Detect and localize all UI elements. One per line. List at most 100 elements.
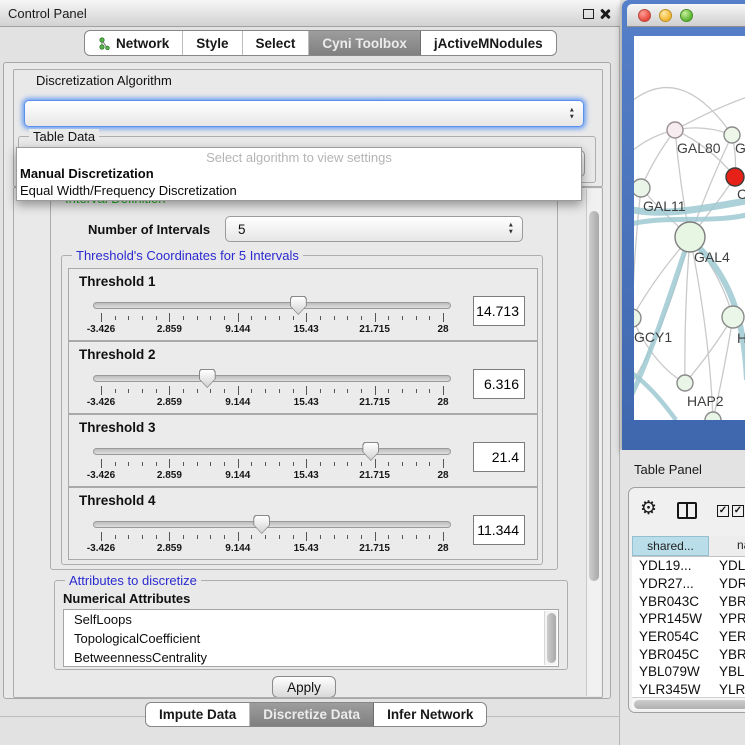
threshold-label-3: Threshold 3 (79, 420, 156, 435)
threshold-slider-2[interactable]: -3.4262.8599.14415.4321.71528 (93, 366, 451, 412)
table-cell[interactable]: YBL079W (632, 664, 709, 679)
tab-jactivemnodules[interactable]: jActiveMNodules (421, 31, 556, 55)
attributes-scrollbar[interactable] (544, 611, 557, 665)
close-traffic-light-icon[interactable] (638, 9, 651, 22)
attributes-group: Attributes to discretize Numerical Attri… (54, 580, 568, 670)
attribute-item-betweennesscentrality[interactable]: BetweennessCentrality (64, 648, 558, 667)
network-window-titlebar[interactable] (627, 4, 745, 27)
slider-track[interactable] (93, 521, 451, 528)
apply-button[interactable]: Apply (272, 676, 336, 698)
tab-infer-network[interactable]: Infer Network (374, 703, 486, 726)
table-row[interactable]: YBR045CYBR0 (632, 645, 745, 663)
table-cell[interactable]: YBR043C (632, 594, 709, 609)
network-edge[interactable] (685, 317, 733, 383)
zoom-traffic-light-icon[interactable] (680, 9, 693, 22)
node-label-hap2: HAP2 (687, 393, 724, 409)
table-row[interactable]: YBR043CYBR0 (632, 592, 745, 610)
threshold-value-field-1[interactable]: 14.713 (473, 296, 525, 326)
table-cell[interactable]: YBL0 (709, 664, 745, 679)
network-view-window[interactable]: GAL80GACYGAL11GAL4GCY1HHAP2 (622, 0, 745, 450)
tab-style[interactable]: Style (183, 31, 242, 55)
network-node-h[interactable] (722, 306, 744, 328)
network-node-hap2[interactable] (677, 375, 693, 391)
table-cell[interactable]: YDL19... (632, 558, 709, 573)
table-row[interactable]: YDL19...YDL1 (632, 557, 745, 575)
attributes-scrollbar-thumb[interactable] (547, 613, 556, 663)
tick-label: 28 (437, 324, 448, 335)
tab-network[interactable]: Network (85, 31, 183, 55)
table-row[interactable]: YLR345WYLR3 (632, 681, 745, 697)
table-cell[interactable]: YPR1 (709, 611, 745, 626)
checkbox-checked-icon[interactable]: ✓ (732, 505, 744, 517)
table-cell[interactable]: YDR27... (632, 576, 709, 591)
threshold-value-field-4[interactable]: 11.344 (473, 515, 525, 545)
table-cell[interactable]: YDR2 (709, 576, 745, 591)
table-cell[interactable]: YLR345W (632, 682, 709, 697)
network-edge[interactable] (685, 237, 690, 383)
table-cell[interactable]: YDL1 (709, 558, 745, 573)
table-column-header-1[interactable]: shared... (632, 536, 709, 556)
network-node-gal4[interactable] (675, 222, 705, 252)
table-cell[interactable]: YBR045C (632, 647, 709, 662)
table-hscrollbar[interactable] (632, 697, 745, 710)
threshold-value-field-2[interactable]: 6.316 (473, 369, 525, 399)
tick-label: 21.715 (359, 324, 390, 335)
tab-discretize-data[interactable]: Discretize Data (250, 703, 374, 726)
number-of-intervals-combobox[interactable]: 5 ▲▼ (225, 216, 523, 242)
tick-label: -3.426 (87, 543, 115, 554)
slider-track[interactable] (93, 448, 451, 455)
network-node-gal80[interactable] (667, 122, 683, 138)
node-label-gal80: GAL80 (677, 140, 721, 156)
tab-cyni-toolbox[interactable]: Cyni Toolbox (309, 31, 421, 55)
combo-stepper-icon: ▲▼ (508, 222, 514, 237)
table-cell[interactable]: YER0 (709, 629, 745, 644)
slider-track[interactable] (93, 375, 451, 382)
network-node-gal11[interactable] (634, 179, 650, 197)
table-cell[interactable]: YLR3 (709, 682, 745, 697)
tick-label: 15.43 (294, 543, 319, 554)
table-cell[interactable]: YER054C (632, 629, 709, 644)
gear-icon[interactable]: ⚙ (640, 497, 657, 520)
threshold-slider-4[interactable]: -3.4262.8599.14415.4321.71528 (93, 512, 451, 558)
control-panel-titlebar[interactable]: Control Panel (0, 0, 620, 27)
table-row[interactable]: YDR27...YDR2 (632, 575, 745, 593)
network-node[interactable] (705, 412, 721, 420)
settings-scrollbar[interactable] (586, 189, 601, 696)
slider-track[interactable] (93, 302, 451, 309)
algorithm-option-equal-width-frequency-discretization[interactable]: Equal Width/Frequency Discretization (17, 182, 581, 199)
network-edge[interactable] (675, 94, 745, 130)
attribute-item-selfloops[interactable]: SelfLoops (64, 610, 558, 629)
threshold-slider-3[interactable]: -3.4262.8599.14415.4321.71528 (93, 439, 451, 485)
close-icon[interactable] (599, 8, 611, 20)
table-row[interactable]: YBL079WYBL0 (632, 663, 745, 681)
settings-scrollbar-thumb[interactable] (589, 211, 599, 581)
minimize-traffic-light-icon[interactable] (659, 9, 672, 22)
slider-ticks (101, 459, 443, 469)
network-edge[interactable] (641, 130, 675, 188)
numerical-attributes-list[interactable]: SelfLoopsTopologicalCoefficientBetweenne… (63, 609, 559, 667)
network-canvas[interactable]: GAL80GACYGAL11GAL4GCY1HHAP2 (634, 36, 745, 420)
tab-impute-data[interactable]: Impute Data (146, 703, 250, 726)
table-cell[interactable]: YPR145W (632, 611, 709, 626)
attribute-item-topologicalcoefficient[interactable]: TopologicalCoefficient (64, 629, 558, 648)
threshold-value-field-3[interactable]: 21.4 (473, 442, 525, 472)
table-cell[interactable]: YBR0 (709, 594, 745, 609)
table-row[interactable]: YER054CYER0 (632, 628, 745, 646)
threshold-slider-1[interactable]: -3.4262.8599.14415.4321.71528 (93, 293, 451, 339)
table-column-header-2[interactable]: na (709, 536, 745, 556)
checkbox-checked-icon[interactable]: ✓ (717, 505, 729, 517)
tab-select[interactable]: Select (243, 31, 310, 55)
threshold-label-4: Threshold 4 (79, 493, 156, 508)
float-window-icon[interactable] (583, 9, 594, 19)
tick-label: 15.43 (294, 324, 319, 335)
table-cell[interactable]: YBR0 (709, 647, 745, 662)
cyni-mode-tab-bar: Impute DataDiscretize DataInfer Network (145, 702, 487, 727)
algorithm-combobox[interactable]: ▲▼ (24, 100, 584, 127)
table-row[interactable]: YPR145WYPR1 (632, 610, 745, 628)
table-panel-section: Table Panel ⚙ ✓ ✓ shared...na YDL19...YD… (620, 450, 745, 745)
algorithm-option-manual-discretization[interactable]: Manual Discretization (17, 165, 581, 182)
network-node-cy[interactable] (726, 168, 744, 186)
network-node-gcy1[interactable] (634, 309, 641, 327)
table-hscrollbar-thumb[interactable] (634, 700, 745, 709)
split-view-icon[interactable] (677, 502, 697, 519)
